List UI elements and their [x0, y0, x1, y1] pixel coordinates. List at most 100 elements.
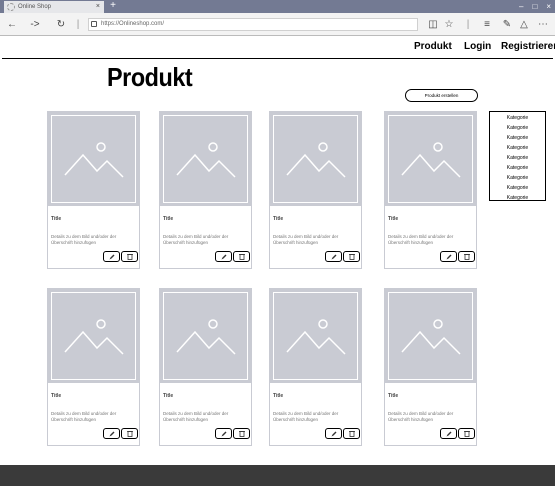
- card-description: Details zu dem Bild und/oder der Übersch…: [163, 411, 229, 422]
- more-icon[interactable]: ⋯: [537, 13, 549, 36]
- card-title: Title: [163, 216, 174, 222]
- card-description: Details zu dem Bild und/oder der Übersch…: [388, 234, 454, 245]
- page-title: Produkt: [107, 62, 193, 92]
- delete-button[interactable]: [233, 251, 250, 262]
- nav-link-produkt[interactable]: Produkt: [414, 41, 452, 52]
- edit-button[interactable]: [325, 251, 342, 262]
- image-placeholder-icon: [63, 319, 124, 355]
- trash-icon: [463, 430, 470, 437]
- notes-icon[interactable]: ✎: [502, 13, 512, 36]
- delete-button[interactable]: [458, 428, 475, 439]
- category-item[interactable]: Kategorie: [490, 163, 545, 173]
- back-icon[interactable]: ←: [6, 13, 18, 36]
- delete-button[interactable]: [343, 251, 360, 262]
- product-image-placeholder: [160, 289, 251, 383]
- delete-button[interactable]: [343, 428, 360, 439]
- minimize-button[interactable]: –: [519, 0, 523, 13]
- maximize-button[interactable]: □: [532, 0, 537, 13]
- category-item[interactable]: Kategorie: [490, 153, 545, 163]
- product-image-placeholder: [160, 112, 251, 206]
- product-card[interactable]: Title Details zu dem Bild und/oder der Üb…: [47, 288, 140, 446]
- trash-icon: [238, 430, 245, 437]
- product-image-placeholder: [48, 289, 139, 383]
- create-product-button[interactable]: Produkt erstellen: [405, 89, 478, 102]
- product-card[interactable]: Title Details zu dem Bild und/oder der Üb…: [384, 288, 477, 446]
- close-window-button[interactable]: ×: [546, 0, 551, 13]
- product-card[interactable]: Title Details zu dem Bild und/oder der Üb…: [47, 111, 140, 269]
- pencil-icon: [221, 431, 226, 436]
- window-controls: – □ ×: [519, 0, 551, 13]
- product-card[interactable]: Title Details zu dem Bild und/oder der Üb…: [159, 288, 252, 446]
- image-placeholder-icon: [175, 142, 236, 178]
- site-navbar: Produkt Login Registrieren: [2, 37, 555, 59]
- edit-button[interactable]: [103, 251, 120, 262]
- pencil-icon: [331, 431, 336, 436]
- card-title: Title: [163, 393, 174, 399]
- category-item[interactable]: Kategorie: [490, 113, 545, 123]
- tab-title: Online Shop: [18, 4, 52, 10]
- new-tab-button[interactable]: +: [108, 0, 118, 13]
- forward-icon[interactable]: ->: [28, 13, 42, 36]
- card-title: Title: [273, 393, 284, 399]
- page-footer: [0, 465, 555, 486]
- address-bar[interactable]: https://Onlineshop.com/: [88, 18, 418, 31]
- product-card[interactable]: Title Details zu dem Bild und/oder der Üb…: [384, 111, 477, 269]
- product-image-placeholder: [385, 289, 476, 383]
- edit-button[interactable]: [215, 251, 232, 262]
- card-title: Title: [273, 216, 284, 222]
- image-placeholder-icon: [175, 319, 236, 355]
- category-list: Kategorie Kategorie Kategorie Kategorie …: [489, 111, 546, 201]
- product-card[interactable]: Title Details zu dem Bild und/oder der Üb…: [269, 111, 362, 269]
- card-title: Title: [388, 216, 399, 222]
- delete-button[interactable]: [121, 428, 138, 439]
- category-item[interactable]: Kategorie: [490, 133, 545, 143]
- product-image-placeholder: [270, 289, 361, 383]
- close-tab-icon[interactable]: ×: [96, 1, 100, 13]
- card-description: Details zu dem Bild und/oder der Übersch…: [51, 411, 117, 422]
- nav-link-registrieren[interactable]: Registrieren: [501, 41, 555, 52]
- delete-button[interactable]: [121, 251, 138, 262]
- image-placeholder-icon: [285, 142, 346, 178]
- pencil-icon: [446, 254, 451, 259]
- card-description: Details zu dem Bild und/oder der Übersch…: [51, 234, 117, 245]
- trash-icon: [348, 253, 355, 260]
- image-placeholder-icon: [400, 142, 461, 178]
- trash-icon: [463, 253, 470, 260]
- share-icon[interactable]: △: [519, 13, 529, 36]
- edit-button[interactable]: [103, 428, 120, 439]
- toolbar-divider: |: [466, 19, 470, 30]
- reading-view-icon[interactable]: ◫: [428, 13, 438, 36]
- nav-link-login[interactable]: Login: [464, 41, 491, 52]
- edit-button[interactable]: [440, 428, 457, 439]
- delete-button[interactable]: [233, 428, 250, 439]
- browser-tab[interactable]: Online Shop ×: [4, 1, 104, 13]
- product-card[interactable]: Title Details zu dem Bild und/oder der Üb…: [159, 111, 252, 269]
- favorite-star-icon[interactable]: ☆: [444, 13, 454, 36]
- image-placeholder-icon: [63, 142, 124, 178]
- url-text: https://Onlineshop.com/: [101, 21, 165, 27]
- favicon-icon: [7, 3, 15, 11]
- pencil-icon: [109, 431, 114, 436]
- category-item[interactable]: Kategorie: [490, 123, 545, 133]
- card-description: Details zu dem Bild und/oder der Übersch…: [388, 411, 454, 422]
- delete-button[interactable]: [458, 251, 475, 262]
- category-item[interactable]: Kategorie: [490, 173, 545, 183]
- category-item[interactable]: Kategorie: [490, 143, 545, 153]
- edit-button[interactable]: [325, 428, 342, 439]
- category-item[interactable]: Kategorie: [490, 183, 545, 193]
- pencil-icon: [331, 254, 336, 259]
- hub-icon[interactable]: ≡: [482, 13, 492, 36]
- toolbar-divider: |: [76, 19, 80, 30]
- card-description: Details zu dem Bild und/oder der Übersch…: [273, 234, 339, 245]
- reload-icon[interactable]: ↻: [54, 13, 68, 36]
- edit-button[interactable]: [440, 251, 457, 262]
- product-image-placeholder: [385, 112, 476, 206]
- category-item[interactable]: Kategorie: [490, 193, 545, 203]
- trash-icon: [126, 253, 133, 260]
- edit-button[interactable]: [215, 428, 232, 439]
- pencil-icon: [109, 254, 114, 259]
- image-placeholder-icon: [400, 319, 461, 355]
- product-image-placeholder: [270, 112, 361, 206]
- product-card[interactable]: Title Details zu dem Bild und/oder der Üb…: [269, 288, 362, 446]
- trash-icon: [348, 430, 355, 437]
